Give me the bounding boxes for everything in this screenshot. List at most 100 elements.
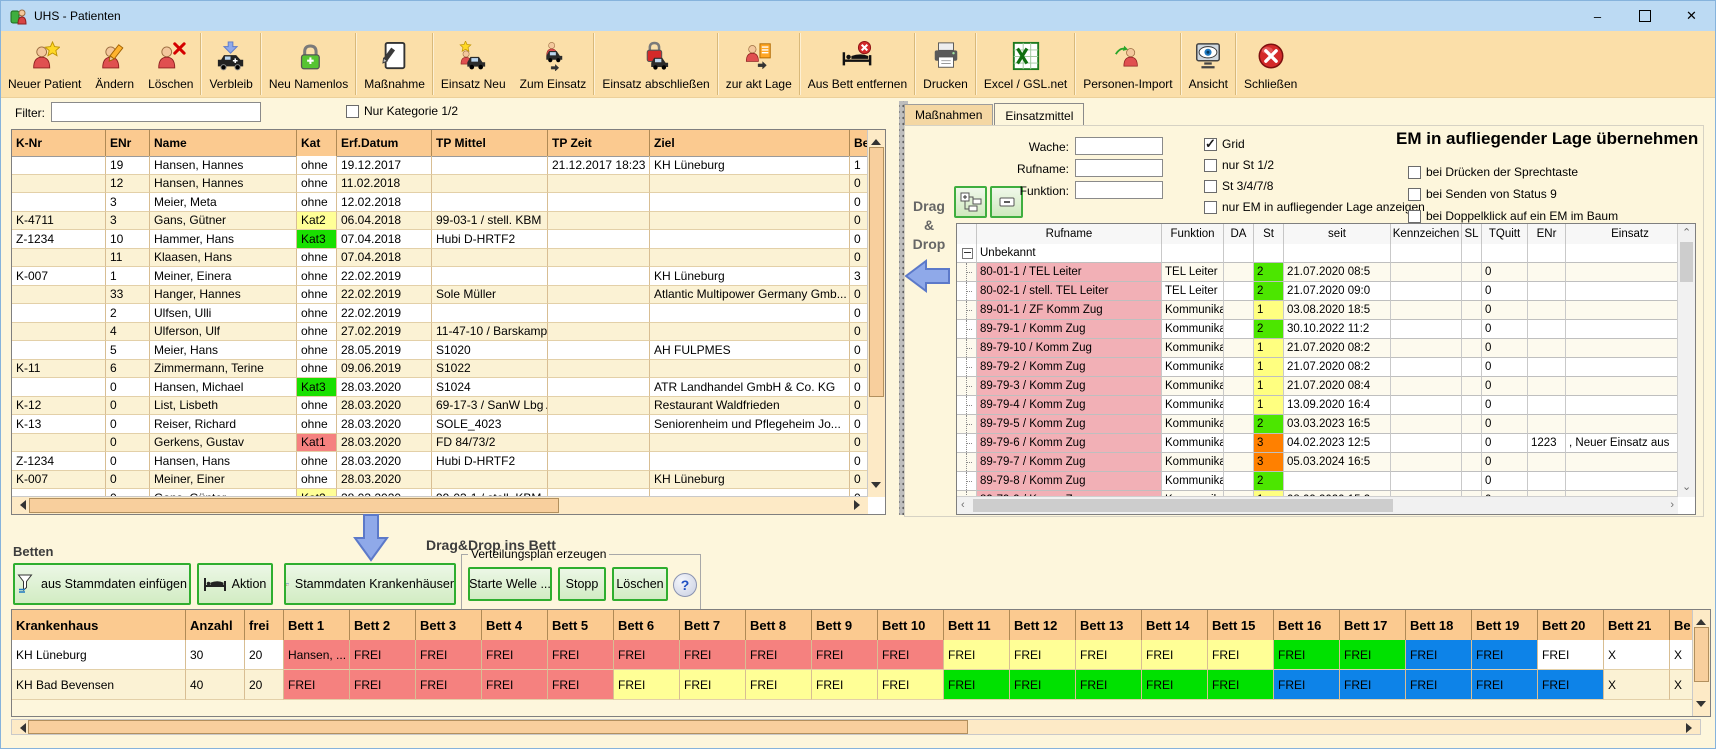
column-header-tquitt[interactable]: TQuitt	[1482, 224, 1528, 244]
patient-row[interactable]: 5Meier, Hansohne28.05.2019S1020AH FULPME…	[12, 341, 868, 360]
em-group-row[interactable]: Unbekannt	[957, 244, 1678, 263]
toolbar-button-verbleib[interactable]: Verbleib	[202, 31, 259, 97]
sprechtaste-checkbox[interactable]	[1408, 166, 1421, 179]
cell-bett-21[interactable]: X	[1604, 670, 1670, 700]
em-row[interactable]: 89-79-1 / Komm ZugKommunika230.10.2022 1…	[957, 320, 1678, 339]
cell-bett-17[interactable]: FREI	[1340, 640, 1406, 670]
cell-bett-3[interactable]: FREI	[416, 640, 482, 670]
patient-row[interactable]: Z-12340Hansen, Hansohne28.03.2020Hubi D-…	[12, 452, 868, 471]
patient-row[interactable]: K-130Reiser, Richardohne28.03.2020SOLE_4…	[12, 415, 868, 434]
column-header-frei[interactable]: frei	[245, 610, 284, 640]
em-row[interactable]: 89-79-2 / Komm ZugKommunika121.07.2020 0…	[957, 358, 1678, 377]
cell-bett-7[interactable]: FREI	[680, 670, 746, 700]
column-header-bett-20[interactable]: Bett 20	[1538, 610, 1604, 640]
column-header-bett-3[interactable]: Bett 3	[416, 610, 482, 640]
cell-bett-15[interactable]: FREI	[1208, 640, 1274, 670]
column-header-bett-9[interactable]: Bett 9	[812, 610, 878, 640]
cell-bett-17[interactable]: FREI	[1340, 670, 1406, 700]
cell-bett-9[interactable]: FREI	[812, 640, 878, 670]
column-header-einsatz[interactable]: Einsatz	[1566, 224, 1695, 244]
patient-vertical-scrollbar[interactable]	[867, 130, 885, 497]
cell-bett-14[interactable]: FREI	[1142, 640, 1208, 670]
cell-bett-3[interactable]: FREI	[416, 670, 482, 700]
cell-bett-18[interactable]: FREI	[1406, 670, 1472, 700]
cell-bett-18[interactable]: FREI	[1406, 640, 1472, 670]
scroll-down-icon[interactable]: ⌄	[1682, 482, 1691, 493]
em-row[interactable]: 89-79-8 / Komm ZugKommunika20	[957, 472, 1678, 491]
scroll-up-icon[interactable]	[871, 134, 881, 145]
toolbar-button-schlie-en[interactable]: Schließen	[1237, 31, 1304, 97]
column-header-da[interactable]: DA	[1224, 224, 1254, 244]
column-header-sl[interactable]: SL	[1462, 224, 1482, 244]
cell-bett-6[interactable]: FREI	[614, 670, 680, 700]
bottom-horizontal-scrollbar[interactable]	[11, 719, 1701, 735]
column-header-bett-18[interactable]: Bett 18	[1406, 610, 1472, 640]
em-row[interactable]: 89-79-10 / Komm ZugKommunika121.07.2020 …	[957, 339, 1678, 358]
em-row[interactable]: 89-79-3 / Komm ZugKommunika121.07.2020 0…	[957, 377, 1678, 396]
doppelklick-checkbox[interactable]	[1408, 210, 1421, 223]
patient-row[interactable]: 3Meier, Metaohne12.02.20180	[12, 193, 868, 212]
em-row[interactable]: 89-79-4 / Komm ZugKommunika113.09.2020 1…	[957, 396, 1678, 415]
cell-bett-16[interactable]: FREI	[1274, 670, 1340, 700]
toolbar-button-ansicht[interactable]: Ansicht	[1182, 31, 1235, 97]
tree-expand-button[interactable]	[954, 186, 987, 218]
patient-row[interactable]: K-116Zimmermann, Terineohne09.06.2019S10…	[12, 360, 868, 379]
st3478-checkbox[interactable]	[1204, 180, 1217, 193]
cell-bett-11[interactable]: FREI	[944, 670, 1010, 700]
em-row[interactable]: 89-79-7 / Komm ZugKommunika305.03.2024 1…	[957, 453, 1678, 472]
patient-row[interactable]: 19Hansen, Hannesohne19.12.201721.12.2017…	[12, 156, 868, 175]
column-header-bett-5[interactable]: Bett 5	[548, 610, 614, 640]
hospital-vscroll-thumb[interactable]	[1694, 627, 1709, 682]
hospital-row[interactable]: KH Lüneburg3020Hansen, ...FREIFREIFREIFR…	[12, 640, 1693, 670]
toolbar-button-einsatz-neu[interactable]: Einsatz Neu	[434, 31, 513, 97]
em-vscroll-thumb[interactable]	[1680, 242, 1693, 282]
scroll-right-icon[interactable]	[854, 500, 865, 510]
cell-bett-19[interactable]: FREI	[1472, 640, 1538, 670]
hospital-vertical-scrollbar[interactable]	[1692, 610, 1710, 716]
scroll-right-icon[interactable]	[1686, 723, 1697, 733]
cell-bett-9[interactable]: FREI	[812, 670, 878, 700]
cell-bett-21[interactable]: X	[1604, 640, 1670, 670]
column-header-anzahl[interactable]: Anzahl	[186, 610, 245, 640]
column-header-bett-19[interactable]: Bett 19	[1472, 610, 1538, 640]
scroll-left-icon[interactable]	[15, 723, 26, 733]
wache-input[interactable]	[1075, 137, 1163, 155]
em-row[interactable]: 80-01-1 / TEL LeiterTEL Leiter221.07.202…	[957, 263, 1678, 282]
cell-bett-11[interactable]: FREI	[944, 640, 1010, 670]
column-header-rufname[interactable]: Rufname	[977, 224, 1162, 244]
minimize-button[interactable]: –	[1574, 1, 1621, 31]
nur-st12-checkbox[interactable]	[1204, 159, 1217, 172]
cell-bett-19[interactable]: FREI	[1472, 670, 1538, 700]
toolbar-button-ma-nahme[interactable]: Maßnahme	[357, 31, 432, 97]
toolbar-button-l-schen[interactable]: Löschen	[141, 31, 200, 97]
column-header-bett-11[interactable]: Bett 11	[944, 610, 1010, 640]
aus-stammdaten-button[interactable]: aus Stammdaten einfügen	[13, 563, 191, 605]
toolbar-button-neu-namenlos[interactable]: Neu Namenlos	[262, 31, 355, 97]
em-horizontal-scrollbar[interactable]: ‹ ›	[957, 496, 1678, 514]
collapse-expander-icon[interactable]	[962, 248, 973, 259]
column-header-erf-datum[interactable]: Erf.Datum	[337, 130, 432, 156]
patient-hscroll-thumb[interactable]	[29, 498, 559, 513]
em-hscroll-thumb[interactable]	[973, 499, 1393, 512]
column-header-bett-7[interactable]: Bett 7	[680, 610, 746, 640]
patient-row[interactable]: 0Gerkens, GustavKat128.03.2020FD 84/73/2…	[12, 434, 868, 453]
help-button[interactable]: ?	[673, 573, 697, 597]
cell-bett-5[interactable]: FREI	[548, 670, 614, 700]
cell-bett-20[interactable]: FREI	[1538, 640, 1604, 670]
cell-bett-13[interactable]: FREI	[1076, 640, 1142, 670]
rufname-input[interactable]	[1075, 159, 1163, 177]
em-row[interactable]: 89-01-1 / ZF Komm ZugKommunika103.08.202…	[957, 301, 1678, 320]
column-header-bett-12[interactable]: Bett 12	[1010, 610, 1076, 640]
em-row[interactable]: 89-79-5 / Komm ZugKommunika203.03.2023 1…	[957, 415, 1678, 434]
close-button[interactable]: ✕	[1668, 1, 1715, 31]
cell-bett-7[interactable]: FREI	[680, 640, 746, 670]
patient-vscroll-thumb[interactable]	[869, 147, 884, 397]
column-header-name[interactable]: Name	[150, 130, 297, 156]
cell-bett-2[interactable]: FREI	[350, 640, 416, 670]
scroll-up-icon[interactable]: ⌃	[1682, 228, 1691, 239]
nur-em-lage-checkbox[interactable]	[1204, 201, 1217, 214]
tab-massnahmen[interactable]: Maßnahmen	[904, 104, 993, 126]
column-header-kennzeichen[interactable]: Kennzeichen	[1391, 224, 1462, 244]
patient-row[interactable]: 0Hansen, MichaelKat328.03.2020S1024ATR L…	[12, 378, 868, 397]
grid-checkbox[interactable]	[1204, 138, 1217, 151]
